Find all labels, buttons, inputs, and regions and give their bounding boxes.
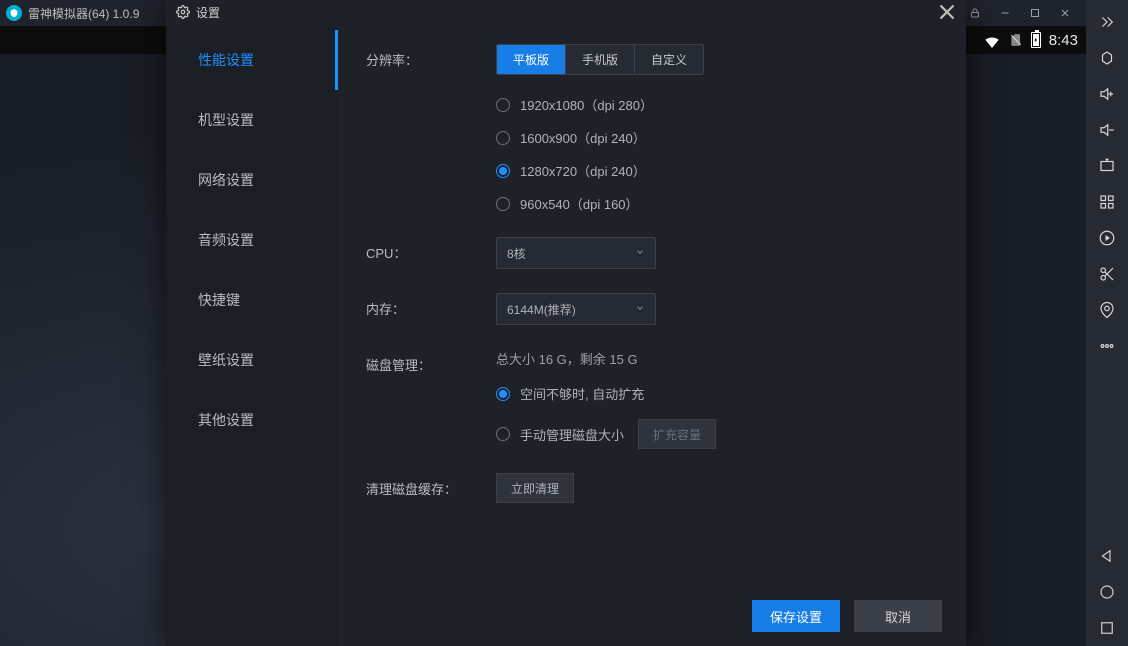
dialog-title: 设置 [196,4,220,21]
fullscreen-icon[interactable] [1086,148,1128,184]
sidebar-item-shortcuts[interactable]: 快捷键 [166,270,338,330]
main-window-title: 雷神模拟器(64) 1.0.9 [28,5,139,22]
seg-custom[interactable]: 自定义 [635,45,703,74]
sidebar-item-other[interactable]: 其他设置 [166,390,338,450]
resolution-label: 分辨率： [366,44,496,69]
app-logo-icon [6,5,22,21]
sidebar-item-network[interactable]: 网络设置 [166,150,338,210]
volume-down-icon[interactable] [1086,112,1128,148]
sidebar-item-performance[interactable]: 性能设置 [166,30,338,90]
radio-icon [496,427,510,441]
seg-tablet[interactable]: 平板版 [497,45,566,74]
minimize-icon[interactable] [990,0,1020,26]
cpu-label: CPU： [366,237,496,262]
sidebar-item-label: 壁纸设置 [198,350,254,370]
resolution-option-960[interactable]: 960x540（dpi 160） [496,194,938,213]
chevron-down-icon [635,302,645,316]
resolution-options: 1920x1080（dpi 280） 1600x900（dpi 240） 128… [496,95,938,213]
dialog-sidebar: 性能设置 机型设置 网络设置 音频设置 快捷键 壁纸设置 其他设置 [166,24,338,646]
android-back-icon[interactable] [1086,538,1128,574]
dialog-footer: 保存设置 取消 [752,600,942,632]
save-button[interactable]: 保存设置 [752,600,840,632]
resolution-option-1280[interactable]: 1280x720（dpi 240） [496,161,938,180]
dialog-titlebar: 设置 [166,0,966,24]
dialog-close-icon[interactable] [934,2,960,22]
sidebar-item-label: 机型设置 [198,110,254,130]
radio-icon [496,164,510,178]
expand-capacity-button[interactable]: 扩充容量 [638,419,716,449]
android-home-icon[interactable] [1086,574,1128,610]
disk-label: 磁盘管理： [366,349,496,374]
sidebar-item-audio[interactable]: 音频设置 [166,210,338,270]
chevron-down-icon [635,246,645,260]
right-toolbar [1086,0,1128,646]
macro-play-icon[interactable] [1086,220,1128,256]
gear-icon [176,5,190,19]
battery-charging-icon [1031,32,1041,48]
volume-up-icon[interactable] [1086,76,1128,112]
close-icon[interactable] [1050,0,1080,26]
sidebar-item-label: 网络设置 [198,170,254,190]
seg-phone[interactable]: 手机版 [566,45,635,74]
collapse-toolbar-icon[interactable] [1086,4,1128,40]
sidebar-item-label: 快捷键 [198,290,240,310]
wifi-icon [983,33,1001,47]
sidebar-item-model[interactable]: 机型设置 [166,90,338,150]
resolution-option-1920[interactable]: 1920x1080（dpi 280） [496,95,938,114]
memory-label: 内存： [366,293,496,318]
scissors-icon[interactable] [1086,256,1128,292]
sidebar-item-wallpaper[interactable]: 壁纸设置 [166,330,338,390]
sidebar-item-label: 性能设置 [198,50,254,70]
clear-cache-button[interactable]: 立即清理 [496,473,574,503]
sidebar-item-label: 音频设置 [198,230,254,250]
settings-dialog: 设置 性能设置 机型设置 网络设置 音频设置 快捷键 壁纸设置 其他设置 分辨率… [166,0,966,646]
memory-value: 6144M(推荐) [507,301,576,318]
disk-manual-option[interactable]: 手动管理磁盘大小 [496,425,624,444]
status-time: 8:43 [1049,32,1078,49]
disk-auto-option[interactable]: 空间不够时, 自动扩充 [496,384,938,403]
radio-icon [496,98,510,112]
resolution-mode-segmented: 平板版 手机版 自定义 [496,44,704,75]
disk-info: 总大小 16 G，剩余 15 G [496,349,938,368]
android-recent-icon[interactable] [1086,610,1128,646]
resolution-option-1600[interactable]: 1600x900（dpi 240） [496,128,938,147]
bookmark-icon[interactable] [1086,40,1128,76]
radio-icon [496,387,510,401]
clear-cache-label: 清理磁盘缓存： [366,473,496,498]
location-icon[interactable] [1086,292,1128,328]
sidebar-item-label: 其他设置 [198,410,254,430]
cancel-button[interactable]: 取消 [854,600,942,632]
memory-select[interactable]: 6144M(推荐) [496,293,656,325]
radio-icon [496,197,510,211]
cpu-select[interactable]: 8核 [496,237,656,269]
maximize-icon[interactable] [1020,0,1050,26]
more-icon[interactable] [1086,328,1128,364]
no-sim-icon [1009,33,1023,47]
apps-icon[interactable] [1086,184,1128,220]
cpu-value: 8核 [507,245,526,262]
dialog-content: 分辨率： 平板版 手机版 自定义 1920x1080（dpi 280） 1600… [338,24,966,646]
radio-icon [496,131,510,145]
